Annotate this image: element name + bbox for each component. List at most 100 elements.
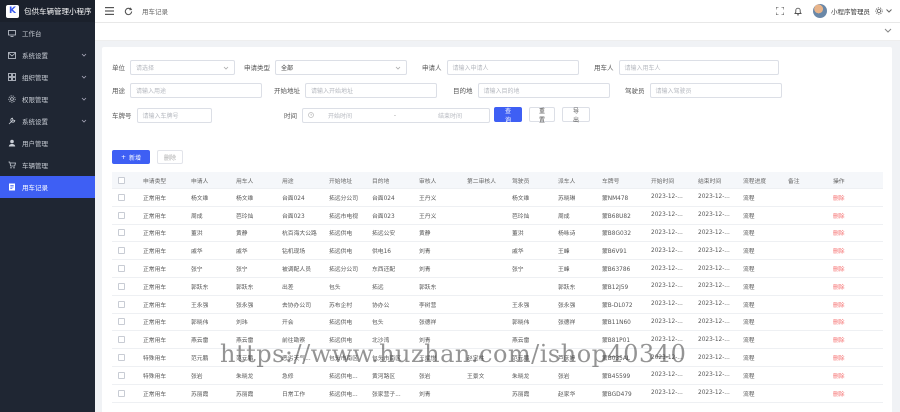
add-button-label: 新增 bbox=[129, 154, 142, 162]
delete-link[interactable]: 删除 bbox=[833, 367, 845, 384]
sidebar-item-2[interactable]: 组织管理 bbox=[0, 66, 95, 88]
table-cell: 包头 bbox=[372, 320, 384, 327]
sidebar-item-5[interactable]: 用户管理 bbox=[0, 132, 95, 154]
export-button[interactable]: 导出 bbox=[562, 107, 590, 124]
table-row: 正常用车 王永强 张永强 去协办公司 苏布企村 协办公 李树营 王永强 张永强 蒙B-DL072 2… bbox=[112, 296, 883, 314]
column-header: 开始时间 bbox=[651, 178, 675, 185]
table-row: 正常用车 苏丽霞 苏丽霞 日常工作 拓远供电... 张家营子... 刘青 苏丽霞 赵家华 蒙BGD… bbox=[112, 385, 883, 403]
sidebar-item-7[interactable]: 用车记录 bbox=[0, 176, 95, 198]
apply-type-select[interactable]: 全部 bbox=[275, 59, 407, 75]
column-header: 派车人 bbox=[558, 178, 576, 185]
delete-link[interactable]: 删除 bbox=[833, 225, 845, 242]
row-checkbox[interactable] bbox=[118, 354, 125, 362]
table-cell: 杭百海大公路 bbox=[282, 231, 317, 238]
notification-icon[interactable] bbox=[793, 6, 803, 16]
menu-toggle-icon[interactable] bbox=[104, 6, 114, 16]
sidebar-item-4[interactable]: 系统设置 bbox=[0, 110, 95, 132]
table-cell: 2023-12-... bbox=[698, 301, 730, 308]
driver-input[interactable]: 请输入驾驶员 bbox=[649, 82, 782, 98]
delete-link[interactable]: 删除 bbox=[833, 242, 845, 259]
table-cell: 包头 bbox=[329, 284, 341, 291]
plate-input[interactable]: 请输入车牌号 bbox=[136, 107, 212, 123]
time-range-picker[interactable]: 开始时间 - 结束时间 bbox=[302, 107, 490, 123]
user-placeholder: 请输入用车人 bbox=[624, 64, 661, 72]
delete-link[interactable]: 删除 bbox=[833, 278, 845, 295]
unit-select[interactable]: 请选择 bbox=[130, 59, 235, 75]
applicant-input[interactable]: 请输入申请人 bbox=[446, 59, 579, 75]
delete-link[interactable]: 删除 bbox=[833, 296, 845, 313]
row-checkbox[interactable] bbox=[118, 389, 125, 397]
user-input[interactable]: 请输入用车人 bbox=[618, 59, 779, 75]
table-cell: 蒙B-DL072 bbox=[602, 302, 633, 309]
row-checkbox[interactable] bbox=[118, 247, 125, 255]
table-cell: 拓远市电视 bbox=[329, 213, 358, 220]
reset-button[interactable]: 重置 bbox=[529, 107, 555, 124]
user-name[interactable]: 小程序管理员 bbox=[831, 6, 870, 16]
chevron-down-icon bbox=[81, 52, 87, 58]
delete-button[interactable]: 删除 bbox=[157, 150, 183, 164]
sidebar-item-0[interactable]: 工作台 bbox=[0, 22, 95, 44]
table-cell: 蒙NM478 bbox=[602, 195, 629, 202]
table-cell: 杨文维 bbox=[236, 195, 254, 202]
brand[interactable]: K 包供车辆管理小程序 bbox=[0, 0, 95, 22]
sidebar-item-1[interactable]: 系统设置 bbox=[0, 44, 95, 66]
chevron-down-icon bbox=[81, 118, 87, 124]
purpose-input[interactable]: 请输入用途 bbox=[130, 82, 262, 98]
row-checkbox[interactable] bbox=[118, 282, 125, 290]
delete-link[interactable]: 删除 bbox=[833, 207, 845, 224]
sidebar-item-label: 车辆管理 bbox=[22, 162, 48, 170]
row-checkbox-cell bbox=[118, 189, 125, 206]
row-checkbox[interactable] bbox=[118, 211, 125, 219]
chevron-down-icon[interactable] bbox=[884, 28, 892, 36]
row-checkbox[interactable] bbox=[118, 229, 125, 237]
dest-label: 目的地 bbox=[453, 87, 473, 95]
delete-link[interactable]: 删除 bbox=[833, 189, 845, 206]
purpose-placeholder: 请输入用途 bbox=[136, 87, 167, 95]
row-checkbox[interactable] bbox=[118, 318, 125, 326]
column-header: 申请人 bbox=[191, 178, 209, 185]
row-checkbox[interactable] bbox=[118, 193, 125, 201]
add-button[interactable]: + 新增 bbox=[112, 150, 150, 164]
table-cell: 正常用车 bbox=[143, 302, 167, 309]
time-separator: - bbox=[393, 111, 397, 119]
sidebar-item-label: 系统设置 bbox=[22, 52, 48, 60]
row-checkbox[interactable] bbox=[118, 371, 125, 379]
table-cell: 张家营子... bbox=[372, 391, 401, 398]
avatar[interactable] bbox=[813, 4, 827, 18]
delete-link[interactable]: 删除 bbox=[833, 331, 845, 348]
table-cell: 戚华 bbox=[512, 249, 524, 256]
start-label: 开始地址 bbox=[274, 87, 300, 95]
delete-link[interactable]: 删除 bbox=[833, 385, 845, 402]
row-checkbox-cell bbox=[118, 385, 125, 402]
row-checkbox[interactable] bbox=[118, 300, 125, 308]
select-all-checkbox[interactable] bbox=[118, 176, 125, 184]
sidebar-item-6[interactable]: 车辆管理 bbox=[0, 154, 95, 176]
unit-placeholder: 请选择 bbox=[136, 64, 155, 72]
dest-input[interactable]: 请输入目的地 bbox=[477, 82, 610, 98]
filter-row-1: 单位 请选择 申请类型 全部 申请人 请输入申请人 用车人 请输入用车人 bbox=[112, 59, 882, 75]
start-input[interactable]: 请输入开始地址 bbox=[305, 82, 437, 98]
delete-link[interactable]: 删除 bbox=[833, 349, 845, 366]
column-header: 流程进度 bbox=[743, 178, 767, 185]
chevron-down-icon[interactable] bbox=[886, 6, 892, 16]
table-cell: 流程 bbox=[743, 249, 755, 256]
delete-link[interactable]: 删除 bbox=[833, 314, 845, 331]
sidebar-item-3[interactable]: 权限管理 bbox=[0, 88, 95, 110]
clock-icon bbox=[308, 112, 314, 118]
row-checkbox-cell bbox=[118, 172, 125, 188]
dest-placeholder: 请输入目的地 bbox=[483, 87, 520, 95]
table-cell: 朱晓龙 bbox=[236, 373, 254, 380]
delete-link[interactable]: 删除 bbox=[833, 260, 845, 277]
filter-row-3: 车牌号 请输入车牌号 时间 开始时间 - 结束时间 查询 重置 导出 bbox=[112, 107, 882, 124]
fullscreen-icon[interactable] bbox=[775, 6, 785, 16]
table-cell: 王丹义 bbox=[419, 213, 437, 220]
table-cell: 流程 bbox=[743, 302, 755, 309]
settings-icon[interactable] bbox=[874, 6, 884, 16]
row-checkbox[interactable] bbox=[118, 265, 125, 273]
search-button[interactable]: 查询 bbox=[494, 107, 522, 124]
table-cell: 王峰 bbox=[558, 249, 570, 256]
table-cell: 2023-12-... bbox=[651, 247, 683, 254]
refresh-icon[interactable] bbox=[123, 6, 133, 16]
row-checkbox[interactable] bbox=[118, 336, 125, 344]
table-cell: 张德祥 bbox=[558, 320, 576, 327]
